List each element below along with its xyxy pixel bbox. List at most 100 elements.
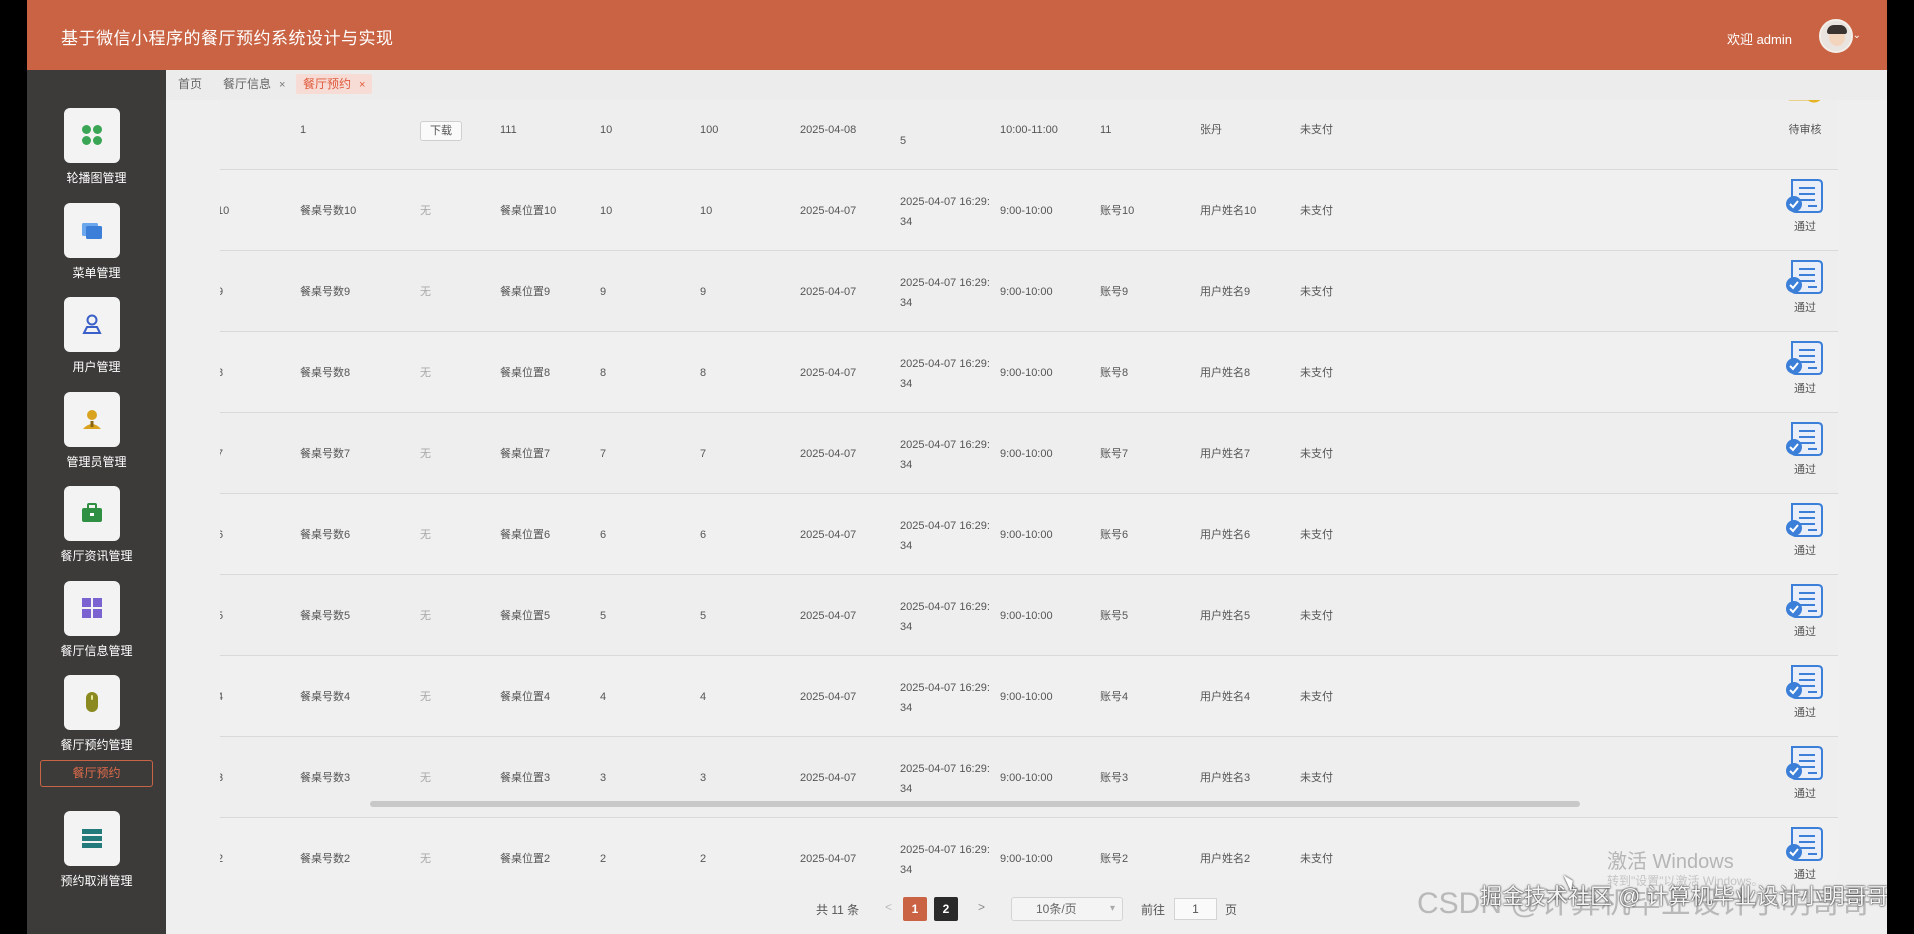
status-cell[interactable]: 通过 [1780,500,1830,558]
clock-calendar-icon [1788,100,1821,103]
table-cell: 用户姓名6 [1200,529,1251,541]
table-cell: 无 [420,448,431,460]
sidebar-tile [64,675,120,730]
tab-restaurant-reservation[interactable]: 餐厅预约 × [296,74,373,94]
tab-label: 餐厅信息 [223,77,272,91]
page-button-1[interactable]: 1 [903,897,927,921]
chevron-down-icon: ▾ [1109,903,1115,914]
sidebar-item-admins[interactable]: 管理员管理 [27,392,166,482]
table-cell: 餐桌位置6 [500,529,551,541]
close-icon[interactable]: × [279,79,285,91]
tab-restaurant-info[interactable]: 餐厅信息 × [223,74,285,94]
table-row: :10 餐桌号数10 无 餐桌位置10 10 10 2025-04-07 2025-04-07… [220,170,1838,251]
table-cell: 2025-04-07 16:29:34 [900,520,990,552]
table-cell: 餐桌号数9 [300,286,351,298]
table-cell: :8 [220,367,224,379]
sidebar-item-carousel[interactable]: 轮播图管理 [27,108,166,198]
table-cell: 无 [420,286,431,298]
table-cell: 餐桌号数5 [300,610,351,622]
next-page-button[interactable]: > [978,900,985,914]
goto-page-input[interactable]: 1 [1174,898,1217,920]
table-cell: 2025-04-07 16:29:34 [900,439,990,471]
table-cell: 9:00-10:00 [1000,205,1053,217]
table-cell: 未支付 [1300,772,1333,784]
chevron-down-icon[interactable]: ⌄ [1853,30,1861,41]
tab-home[interactable]: 首页 [178,74,202,94]
table-cell: 餐桌号数8 [300,367,351,379]
table-cell: 3 [600,772,607,784]
status-cell[interactable]: 待审核 [1780,100,1830,137]
table-cell: 2025-04-07 [800,367,857,379]
table-cell: 用户姓名9 [1200,286,1251,298]
sidebar-item-users[interactable]: 用户管理 [27,297,166,387]
table-cell: 2025-04-07 16:29:34 [900,844,990,876]
briefcase-icon [82,503,102,522]
avatar[interactable] [1819,19,1853,53]
table-cell: 9:00-10:00 [1000,853,1053,865]
sidebar-item-restaurant-info[interactable]: 餐厅信息管理 [27,581,166,671]
sidebar-subitem-reservation[interactable]: 餐厅预约 [40,760,153,787]
table-cell: 4 [700,691,707,703]
status-cell[interactable]: 通过 [1780,257,1830,315]
page-size-select[interactable]: 10条/页 ▾ [1011,897,1123,921]
table-cell: 7 [600,448,607,460]
download-button[interactable]: 下载 [420,121,462,141]
table-cell: 10:00-11:00 [1000,124,1058,136]
status-cell[interactable]: 通过 [1780,176,1830,234]
status-cell[interactable]: 通过 [1780,824,1830,879]
status-cell[interactable]: 通过 [1780,581,1830,639]
table-cell: 用户姓名8 [1200,367,1251,379]
table-cell: 未支付 [1300,529,1333,541]
sidebar-item-menu[interactable]: 菜单管理 [27,203,166,293]
sidebar-tile [64,297,120,352]
table-cell: 2025-04-07 [800,853,857,865]
horizontal-scrollbar[interactable] [370,801,1580,807]
sidebar-item-news[interactable]: 餐厅资讯管理 [27,486,166,576]
status-cell[interactable]: 通过 [1780,419,1830,477]
reservation-table: 1 下载 111 10 100 2025-04-08 5 10:00-11:00 11 张丹 未支付… [220,100,1838,879]
table-cell: 无 [420,610,431,622]
status-label: 通过 [1794,626,1816,638]
app-window: 基于微信小程序的餐厅预约系统设计与实现 欢迎 admin ⌄ 轮播图管理 菜单管… [27,0,1887,934]
approved-document-icon [1786,827,1823,861]
table-cell: 无 [420,529,431,541]
status-cell[interactable]: 通过 [1780,338,1830,396]
approved-document-icon [1786,260,1823,294]
table-cell: 111 [500,124,517,136]
table-cell: 餐桌号数7 [300,448,351,460]
table-cell: 9:00-10:00 [1000,691,1053,703]
table-cell: 2025-04-07 [800,448,857,460]
table-cell: 账号8 [1100,367,1129,379]
carousel-icon [82,125,102,145]
table-cell: :4 [220,691,224,703]
sidebar-item-reservations[interactable]: 餐厅预约管理 [27,675,166,765]
table-cell: 账号7 [1100,448,1129,460]
table-cell: 2025-04-07 [800,691,857,703]
table-cell: 餐桌位置4 [500,691,551,703]
sidebar-tile [64,581,120,636]
app-title: 基于微信小程序的餐厅预约系统设计与实现 [61,29,394,49]
table-cell: 9:00-10:00 [1000,286,1053,298]
table-cell: 2025-04-07 [800,610,857,622]
table-cell: 2025-04-07 16:29:34 [900,358,990,390]
table-cell: 餐桌号数4 [300,691,351,703]
table-cell: 2025-04-07 [800,286,857,298]
close-icon[interactable]: × [359,79,365,91]
status-label: 待审核 [1788,124,1822,136]
table-cell: 9:00-10:00 [1000,448,1053,460]
prev-page-button[interactable]: < [885,900,892,914]
table-cell: 餐桌位置8 [500,367,551,379]
sidebar-tile [64,811,120,866]
table-cell: 5 [900,135,907,147]
table-cell: 账号5 [1100,610,1129,622]
table-cell: 账号6 [1100,529,1129,541]
status-cell[interactable]: 通过 [1780,743,1830,801]
page-button-2[interactable]: 2 [934,897,958,921]
status-cell[interactable]: 通过 [1780,662,1830,720]
table-row: :7 餐桌号数7 无 餐桌位置7 7 7 2025-04-07 2025-04-07 16:2… [220,413,1838,494]
table-cell: 餐桌号数10 [300,205,357,217]
table-cell: 未支付 [1300,124,1333,136]
table-cell: 2025-04-07 [800,772,857,784]
table-cell: 2 [700,853,707,865]
sidebar-item-cancellations[interactable]: 预约取消管理 [27,811,166,901]
